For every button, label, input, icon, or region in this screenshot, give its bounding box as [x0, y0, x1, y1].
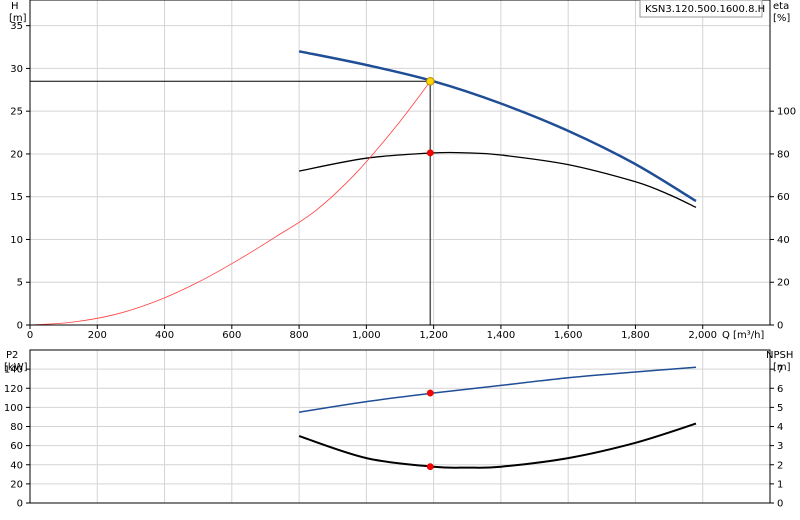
bottom-right-tick-label: 3	[777, 441, 783, 452]
top-right-tick-label: 20	[777, 278, 790, 289]
top-left-axis-label-symbol: H	[11, 1, 19, 12]
top-right-tick-label: 100	[777, 107, 796, 118]
bottom-left-tick-label: 80	[10, 422, 23, 433]
bottom-right-axis-label-unit: [m]	[773, 362, 791, 373]
bottom-chart-grid	[30, 350, 770, 503]
bottom-left-axis-label-unit: [kW]	[4, 362, 28, 373]
top-left-tick-label: 25	[10, 107, 23, 118]
top-left-tick-label: 5	[17, 278, 23, 289]
top-right-axis-label-unit: [%]	[773, 13, 790, 24]
bottom-right-axis-label-symbol: NPSH	[766, 350, 793, 361]
x-tick-label: 600	[222, 330, 241, 341]
top-right-tick-label: 80	[777, 149, 790, 160]
top-right-tick-label: 0	[777, 321, 783, 332]
bottom-left-tick-label: 100	[4, 403, 23, 414]
top-left-tick-label: 15	[10, 192, 23, 203]
tick-labels: 051015202530350204060801000 200 400 600 800 1…	[4, 21, 796, 509]
top-right-axis-label-symbol: eta	[773, 1, 789, 12]
top-left-axis-label-unit: [m]	[9, 13, 27, 24]
bottom-left-tick-label: 40	[10, 460, 23, 471]
x-tick-label: 1,400	[487, 330, 516, 341]
bottom-left-axis-label-symbol: P2	[6, 350, 18, 361]
x-tick-label: 1,800	[621, 330, 650, 341]
bottom-right-tick-label: 6	[777, 384, 783, 395]
top-left-tick-label: 20	[10, 149, 23, 160]
bottom-left-tick-label: 0	[17, 499, 23, 510]
efficiency-duty-marker	[426, 149, 434, 157]
x-tick-label: 200	[88, 330, 107, 341]
power-curve	[298, 366, 697, 413]
x-tick-label: 1,000	[352, 330, 381, 341]
top-right-tick-label: 40	[777, 235, 790, 246]
x-tick-label: 1,600	[554, 330, 583, 341]
bottom-right-tick-label: 4	[777, 422, 783, 433]
chart-title: KSN3.120.500.1600.8.H	[645, 4, 765, 15]
top-left-tick-label: 0	[17, 321, 23, 332]
bottom-left-tick-label: 20	[10, 479, 23, 490]
top-plot-frame	[29, 0, 771, 326]
system-curve-curve	[29, 81, 431, 326]
bottom-left-tick-label: 60	[10, 441, 23, 452]
head-duty-marker	[425, 76, 435, 86]
bottom-right-tick-label: 1	[777, 479, 783, 490]
bottom-right-tick-label: 0	[777, 499, 783, 510]
x-tick-label: 0	[27, 330, 33, 341]
efficiency-curve	[298, 151, 697, 208]
top-left-tick-label: 30	[10, 64, 23, 75]
bottom-right-tick-label: 2	[777, 460, 783, 471]
x-axis-label: Q [m³/h]	[722, 330, 764, 341]
bottom-left-tick-label: 120	[4, 384, 23, 395]
top-left-tick-label: 10	[10, 235, 23, 246]
pump-performance-chart: 051015202530350204060801000 200 400 600 800 1…	[4, 0, 796, 510]
power-duty-marker	[426, 389, 434, 397]
x-tick-label: 800	[290, 330, 309, 341]
bottom-right-tick-label: 5	[777, 403, 783, 414]
top-right-tick-label: 60	[777, 192, 790, 203]
x-tick-label: 400	[155, 330, 174, 341]
x-tick-label: 2,000	[688, 330, 717, 341]
x-tick-label: 1,200	[419, 330, 448, 341]
npsh-duty-marker	[426, 463, 434, 471]
head-curve	[298, 50, 697, 203]
top-chart-grid	[30, 0, 770, 325]
